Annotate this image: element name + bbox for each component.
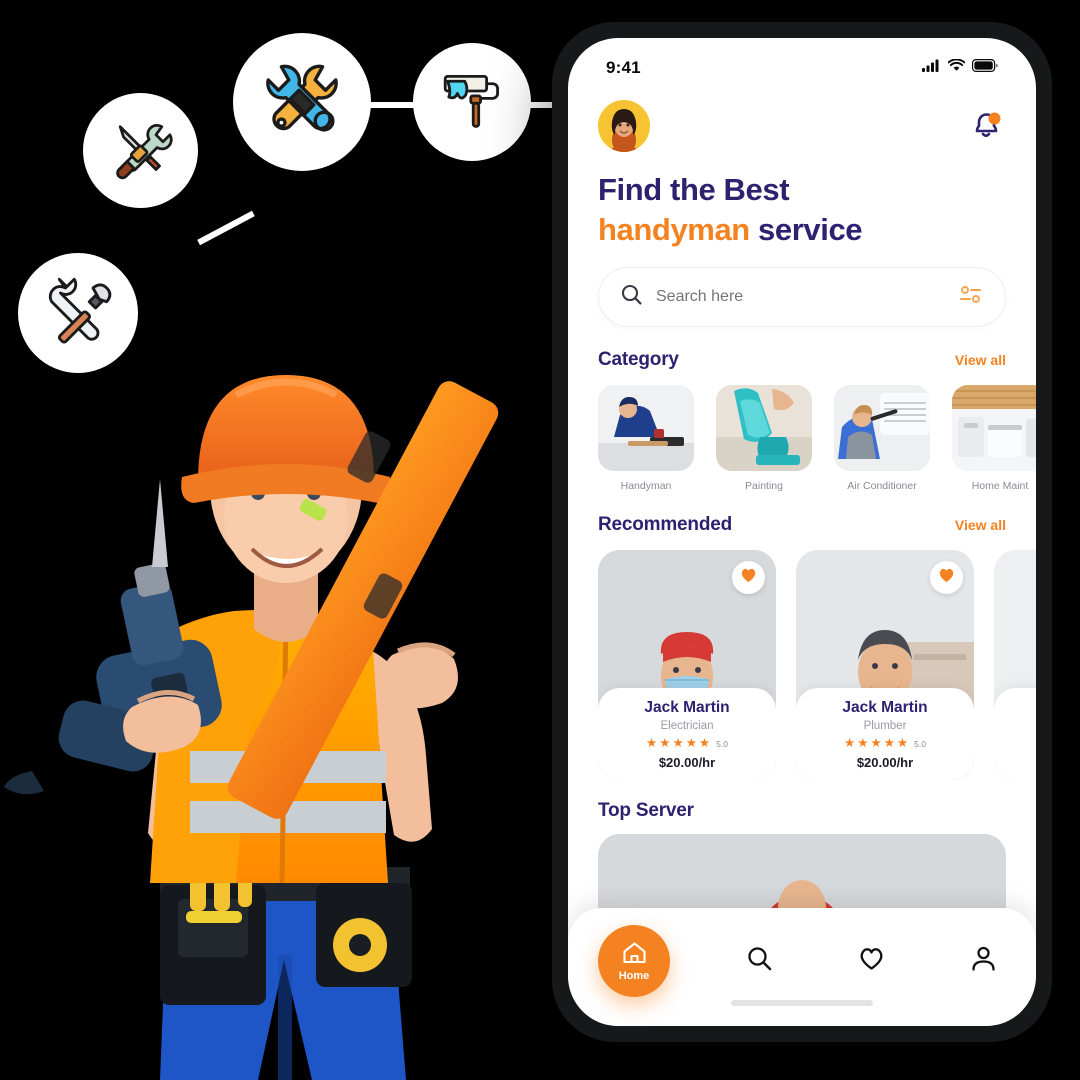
headline-accent: handyman <box>598 211 750 247</box>
recommended-card[interactable] <box>994 550 1036 781</box>
recommended-list[interactable]: Jack Martin Electrician ★ ★ ★ ★ ★ 5.0 $2… <box>568 536 1036 781</box>
headline-line2-rest: service <box>749 211 863 247</box>
painting-photo <box>716 385 812 472</box>
search-icon <box>747 946 772 976</box>
search-icon <box>621 284 642 310</box>
rating-value: 5.0 <box>716 738 728 749</box>
wrench-spanner-icon <box>255 55 349 149</box>
signal-icon <box>922 59 941 77</box>
recommended-card[interactable]: Jack Martin Plumber ★ ★ ★ ★ ★ 5.0 $20.00… <box>796 550 974 781</box>
category-item-painting[interactable]: Painting <box>716 385 812 492</box>
star-icon: ★ <box>659 736 671 751</box>
home-maintenance-photo <box>952 385 1036 472</box>
handyman-worker-photo <box>0 255 570 1080</box>
heart-icon <box>858 946 885 976</box>
heart-icon <box>938 567 955 588</box>
bubble-wrench-spanner <box>233 33 371 171</box>
category-label: Painting <box>745 480 783 493</box>
bubble-paint-roller <box>413 43 531 161</box>
bubble-screwdriver-wrench <box>83 93 198 208</box>
provider-price: $20.00/hr <box>658 754 716 770</box>
nav-item-home[interactable]: Home <box>598 925 670 997</box>
category-item-handyman[interactable]: Handyman <box>598 385 694 492</box>
category-label: Air Conditioner <box>847 480 917 493</box>
star-icon: ★ <box>646 736 658 751</box>
recommended-section-header: Recommended View all <box>568 492 1036 536</box>
star-icon: ★ <box>857 736 869 751</box>
provider-role: Plumber <box>863 720 907 733</box>
handyman-photo <box>598 385 694 472</box>
nav-item-search[interactable] <box>736 938 782 984</box>
category-item-air-conditioner[interactable]: Air Conditioner <box>834 385 930 492</box>
star-icon: ★ <box>685 736 697 751</box>
status-bar: 9:41 <box>568 38 1036 84</box>
star-icon: ★ <box>698 736 711 751</box>
paint-roller-icon <box>433 63 511 141</box>
provider-price: $20.00/hr <box>856 754 914 770</box>
category-title: Category <box>598 349 679 371</box>
category-view-all[interactable]: View all <box>955 352 1006 368</box>
top-server-section-header: Top Server <box>568 780 1036 822</box>
category-label: Handyman <box>620 480 672 493</box>
nav-item-profile[interactable] <box>960 938 1006 984</box>
notification-button[interactable] <box>966 106 1006 146</box>
notification-badge <box>988 112 1001 125</box>
home-icon <box>622 941 647 969</box>
recommended-card-info: Jack Martin Plumber ★ ★ ★ ★ ★ 5.0 $20.00… <box>796 688 974 781</box>
heart-icon <box>740 567 757 588</box>
star-icon: ★ <box>870 736 882 751</box>
profile-icon <box>971 946 996 977</box>
category-label: Home Maint <box>971 480 1029 493</box>
star-icon: ★ <box>672 736 684 751</box>
category-list[interactable]: Handyman Painting Air Conditioner Home M… <box>568 371 1036 492</box>
app-top-bar <box>568 84 1036 152</box>
recommended-card[interactable]: Jack Martin Electrician ★ ★ ★ ★ ★ 5.0 $2… <box>598 550 776 781</box>
rating: ★ ★ ★ ★ ★ 5.0 <box>646 737 728 750</box>
phone-screen: 9:41 Find the Best handyman service Sear… <box>568 38 1036 1026</box>
nav-item-favorites[interactable] <box>848 938 894 984</box>
user-avatar[interactable] <box>598 100 650 152</box>
connector-line-1 <box>197 210 255 246</box>
filter-icon[interactable] <box>959 284 983 310</box>
screwdriver-wrench-icon <box>104 114 178 188</box>
recommended-title: Recommended <box>598 514 733 536</box>
air-conditioner-photo <box>834 385 930 472</box>
battery-icon <box>972 59 998 77</box>
bottom-navigation[interactable]: Home <box>568 908 1036 1026</box>
star-icon: ★ <box>896 736 909 751</box>
top-server-title: Top Server <box>598 800 694 822</box>
rating: ★ ★ ★ ★ ★ 5.0 <box>844 737 926 750</box>
star-icon: ★ <box>883 736 895 751</box>
status-time: 9:41 <box>606 58 641 77</box>
provider-name: Jack Martin <box>644 699 730 717</box>
category-section-header: Category View all <box>568 327 1036 371</box>
star-icon: ★ <box>844 736 856 751</box>
rating-value: 5.0 <box>914 738 926 749</box>
nav-home-label: Home <box>618 969 650 982</box>
provider-name: Jack Martin <box>842 699 928 717</box>
recommended-card-info: Jack Martin Electrician ★ ★ ★ ★ ★ 5.0 $2… <box>598 688 776 781</box>
wifi-icon <box>947 58 966 77</box>
category-item-home-maintenance[interactable]: Home Maint <box>952 385 1036 492</box>
recommended-view-all[interactable]: View all <box>955 517 1006 533</box>
home-indicator <box>731 1000 873 1006</box>
provider-role: Electrician <box>660 720 714 733</box>
search-bar[interactable] <box>598 267 1006 328</box>
recommended-card-info <box>994 688 1036 781</box>
search-input[interactable] <box>656 288 959 307</box>
page-title: Find the Best handyman service <box>568 152 1036 249</box>
poster-stage: 9:41 Find the Best handyman service Sear… <box>0 0 1080 1080</box>
headline-line1: Find the Best <box>598 172 790 207</box>
